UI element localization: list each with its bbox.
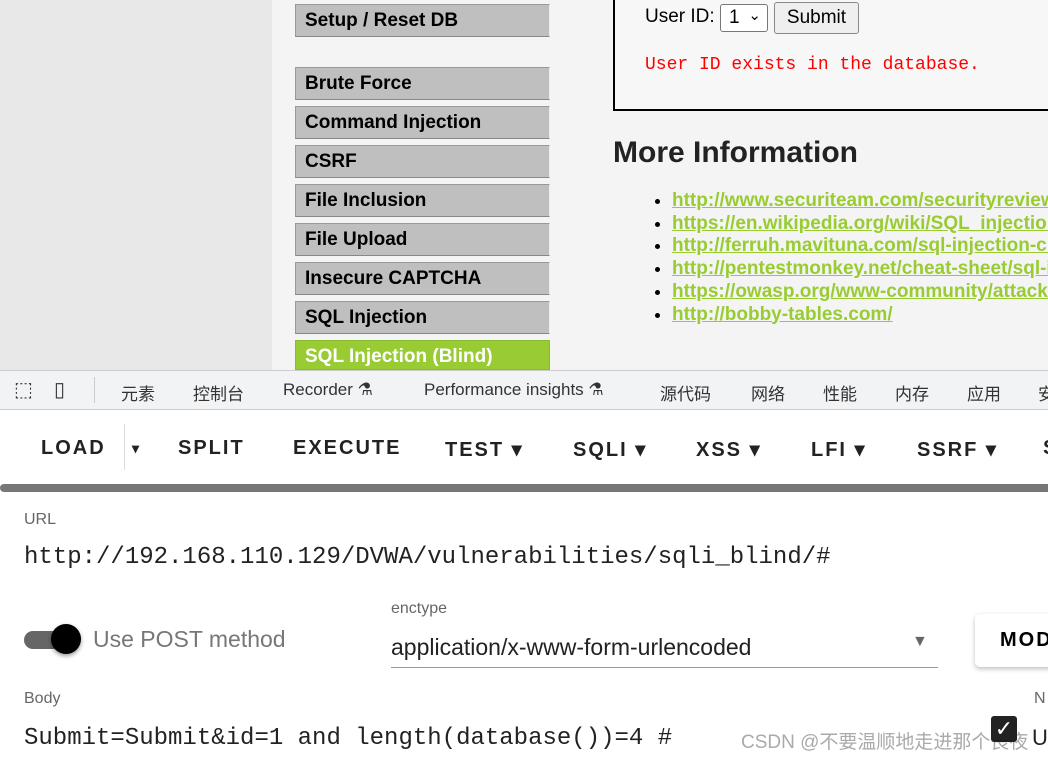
more-menu-button[interactable]: S [1043, 437, 1048, 460]
info-link[interactable]: http://pentestmonkey.net/cheat-sheet/sql… [672, 258, 1048, 279]
menu-command-injection[interactable]: Command Injection [295, 106, 550, 139]
tab-security[interactable]: 安 [1038, 380, 1048, 405]
left-pane [0, 0, 272, 370]
url-input[interactable]: http://192.168.110.129/DVWA/vulnerabilit… [24, 544, 831, 571]
inspect-element-icon[interactable]: ⬚ [14, 377, 33, 402]
tab-performance[interactable]: 性能 [823, 380, 857, 405]
more-info-heading: More Information [613, 136, 858, 169]
user-id-select[interactable]: 1 ⌄ [720, 4, 768, 32]
menu-file-inclusion[interactable]: File Inclusion [295, 184, 550, 217]
device-toolbar-icon[interactable]: ▯ [54, 377, 65, 402]
info-link[interactable]: https://owasp.org/www-community/attacks/… [672, 281, 1048, 302]
info-link[interactable]: https://en.wikipedia.org/wiki/SQL_inject… [672, 213, 1048, 234]
load-button[interactable]: LOAD [41, 437, 106, 460]
n-label: N [1034, 690, 1046, 707]
menu-sql-injection[interactable]: SQL Injection [295, 301, 550, 334]
checkmark-icon: ✓ [994, 716, 1014, 741]
xss-menu-button[interactable]: XSS ▾ [696, 437, 762, 462]
tab-network[interactable]: 网络 [751, 380, 785, 405]
sqli-menu-button[interactable]: SQLI ▾ [573, 437, 647, 462]
menu-file-upload[interactable]: File Upload [295, 223, 550, 256]
use-post-label: Use POST method [93, 626, 286, 652]
enctype-select[interactable]: application/x-www-form-urlencoded [391, 634, 938, 668]
u-label: U [1032, 725, 1048, 750]
body-input[interactable]: Submit=Submit&id=1 and length(database()… [24, 725, 672, 752]
tab-application[interactable]: 应用 [967, 380, 1001, 405]
submit-button[interactable]: Submit [774, 2, 859, 34]
result-message: User ID exists in the database. [645, 55, 980, 75]
chevron-down-icon: ⌄ [748, 7, 761, 24]
menu-csrf[interactable]: CSRF [295, 145, 550, 178]
info-link[interactable]: http://bobby-tables.com/ [672, 304, 893, 325]
menu-brute-force[interactable]: Brute Force [295, 67, 550, 100]
divider [124, 424, 125, 470]
tab-recorder[interactable]: Recorder ⚗ [283, 380, 373, 400]
devtools-tabbar: ⬚ ▯ 元素 控制台 Recorder ⚗ Performance insigh… [0, 370, 1048, 410]
progress-bar [0, 484, 1048, 492]
tab-performance-insights[interactable]: Performance insights ⚗ [424, 380, 604, 400]
watermark: CSDN @不要温顺地走进那个良夜 [741, 732, 1029, 753]
test-menu-button[interactable]: TEST ▾ [445, 437, 524, 462]
divider [94, 377, 95, 403]
tab-elements[interactable]: 元素 [121, 380, 155, 405]
modify-header-button[interactable]: MOD [975, 614, 1048, 667]
post-toggle-knob[interactable] [51, 624, 81, 654]
execute-button[interactable]: EXECUTE [293, 437, 401, 460]
load-dropdown-button[interactable]: ▾ [132, 440, 141, 457]
info-link[interactable]: http://ferruh.mavituna.com/sql-injection… [672, 235, 1048, 256]
tab-sources[interactable]: 源代码 [660, 380, 711, 405]
tab-console[interactable]: 控制台 [193, 380, 244, 405]
menu-insecure-captcha[interactable]: Insecure CAPTCHA [295, 262, 550, 295]
enctype-label: enctype [391, 600, 448, 617]
menu-sql-injection-blind[interactable]: SQL Injection (Blind) [295, 340, 550, 370]
hackbar-toolbar: LOAD ▾ SPLIT EXECUTE TEST ▾ SQLI ▾ XSS ▾… [0, 410, 1048, 485]
more-info-links: http://www.securiteam.com/securityreview… [650, 190, 1048, 326]
ssrf-menu-button[interactable]: SSRF ▾ [917, 437, 998, 462]
checkbox[interactable]: ✓ [991, 716, 1017, 742]
body-label: Body [24, 690, 61, 707]
user-id-value: 1 [729, 7, 740, 28]
lfi-menu-button[interactable]: LFI ▾ [811, 437, 867, 462]
dropdown-arrow-icon: ▼ [912, 633, 928, 650]
menu-setup-reset-db[interactable]: Setup / Reset DB [295, 4, 550, 37]
url-label: URL [24, 511, 57, 528]
user-id-label: User ID: [645, 6, 715, 27]
tab-memory[interactable]: 内存 [895, 380, 929, 405]
split-button[interactable]: SPLIT [178, 437, 245, 460]
info-link[interactable]: http://www.securiteam.com/securityreview… [672, 190, 1048, 211]
